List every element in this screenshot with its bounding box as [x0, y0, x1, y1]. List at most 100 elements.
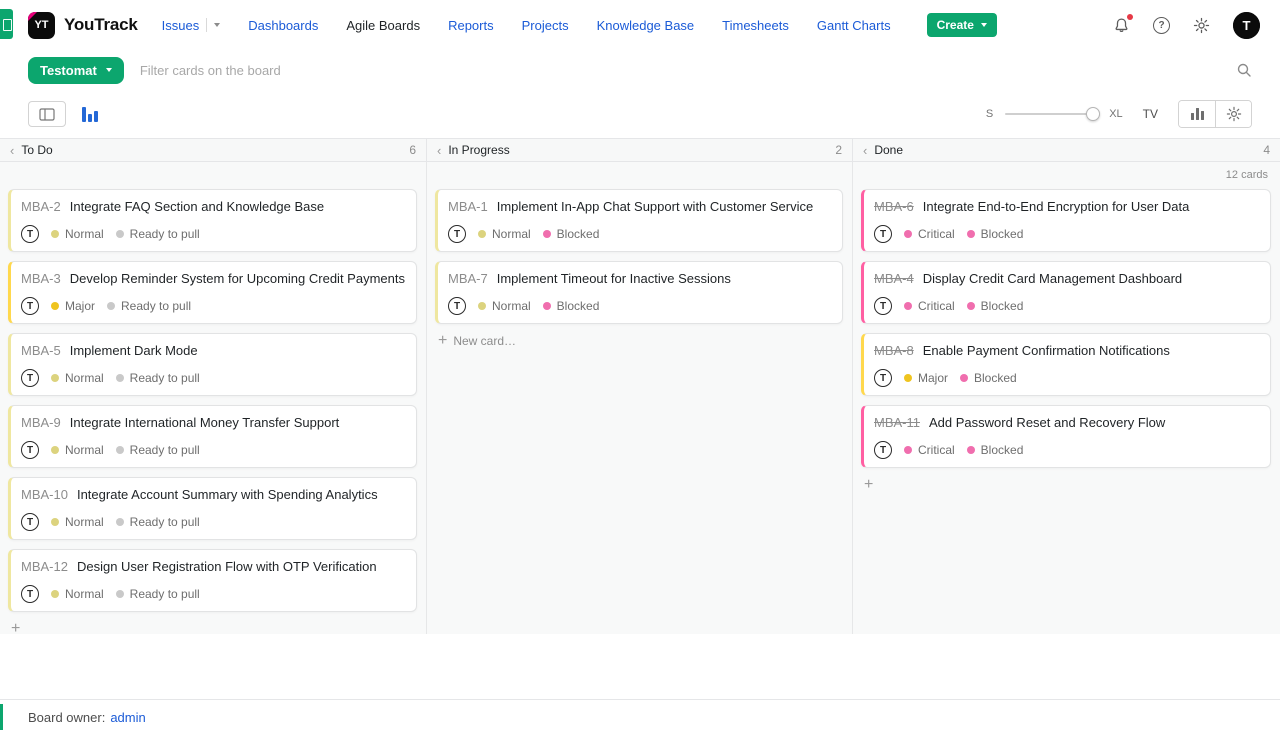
new-card-button[interactable]: +New card…	[438, 333, 843, 349]
board-owner-link[interactable]: admin	[110, 710, 145, 725]
chart-toggle-icon[interactable]	[82, 107, 98, 122]
state-field[interactable]: Blocked	[960, 371, 1017, 385]
card[interactable]: MBA-7Implement Timeout for Inactive Sess…	[435, 261, 843, 324]
assignee-avatar[interactable]: T	[874, 369, 892, 387]
sidebar-toggle[interactable]	[0, 9, 13, 39]
nav-item-reports[interactable]: Reports	[448, 18, 494, 33]
card-title[interactable]: Integrate FAQ Section and Knowledge Base	[70, 199, 324, 214]
nav-item-timesheets[interactable]: Timesheets	[722, 18, 789, 33]
assignee-avatar[interactable]: T	[21, 297, 39, 315]
assignee-avatar[interactable]: T	[21, 225, 39, 243]
assignee-avatar[interactable]: T	[21, 585, 39, 603]
card-title[interactable]: Implement Dark Mode	[70, 343, 198, 358]
card-id[interactable]: MBA-5	[21, 343, 61, 358]
tv-mode-button[interactable]: TV	[1143, 107, 1158, 121]
board-settings-button[interactable]	[1215, 101, 1251, 127]
state-field[interactable]: Ready to pull	[116, 371, 200, 385]
backlog-panel-button[interactable]	[28, 101, 66, 127]
assignee-avatar[interactable]: T	[874, 225, 892, 243]
nav-item-knowledge-base[interactable]: Knowledge Base	[597, 18, 695, 33]
card-title[interactable]: Design User Registration Flow with OTP V…	[77, 559, 377, 574]
card-id[interactable]: MBA-11	[874, 415, 920, 430]
card-title[interactable]: Develop Reminder System for Upcoming Cre…	[70, 271, 405, 286]
card[interactable]: MBA-9 Integrate International Money Trans…	[8, 405, 417, 468]
priority-field[interactable]: Major	[51, 299, 95, 313]
state-field[interactable]: Ready to pull	[116, 443, 200, 457]
priority-field[interactable]: Normal	[51, 443, 104, 457]
card-id[interactable]: MBA-10	[21, 487, 68, 502]
assignee-avatar[interactable]: T	[21, 513, 39, 531]
card[interactable]: MBA-1 Implement In-App Chat Support with …	[435, 189, 843, 252]
collapse-column-icon[interactable]: ‹	[863, 144, 867, 157]
card-id[interactable]: MBA-3	[21, 271, 61, 286]
assignee-avatar[interactable]: T	[21, 441, 39, 459]
card[interactable]: MBA-11 Add Password Reset and Recovery Fl…	[861, 405, 1271, 468]
state-field[interactable]: Blocked	[967, 299, 1024, 313]
slider-knob[interactable]	[1086, 107, 1100, 121]
nav-item-gantt-charts[interactable]: Gantt Charts	[817, 18, 891, 33]
nav-item-projects[interactable]: Projects	[522, 18, 569, 33]
card[interactable]: MBA-6 Integrate End-to-End Encryption for…	[861, 189, 1271, 252]
chevron-down-icon[interactable]	[214, 23, 220, 27]
card-id[interactable]: MBA-8	[874, 343, 914, 358]
card[interactable]: MBA-12 Design User Registration Flow with…	[8, 549, 417, 612]
state-field[interactable]: Ready to pull	[116, 587, 200, 601]
priority-field[interactable]: Critical	[904, 299, 955, 313]
card-title[interactable]: Add Password Reset and Recovery Flow	[929, 415, 1165, 430]
notifications-bell-icon[interactable]	[1113, 17, 1130, 34]
assignee-avatar[interactable]: T	[874, 441, 892, 459]
create-button[interactable]: Create	[927, 13, 997, 37]
priority-field[interactable]: Normal	[51, 227, 104, 241]
priority-field[interactable]: Normal	[51, 371, 104, 385]
state-field[interactable]: Blocked	[967, 227, 1024, 241]
card-title[interactable]: Integrate End-to-End Encryption for User…	[923, 199, 1190, 214]
card[interactable]: MBA-10 Integrate Account Summary with Spe…	[8, 477, 417, 540]
card-title[interactable]: Enable Payment Confirmation Notification…	[923, 343, 1170, 358]
assignee-avatar[interactable]: T	[448, 297, 466, 315]
card-id[interactable]: MBA-6	[874, 199, 914, 214]
card-id[interactable]: MBA-12	[21, 559, 68, 574]
nav-item-agile-boards[interactable]: Agile Boards	[346, 18, 420, 33]
priority-field[interactable]: Normal	[478, 227, 531, 241]
settings-gear-icon[interactable]	[1193, 17, 1210, 34]
card-id[interactable]: MBA-2	[21, 199, 61, 214]
state-field[interactable]: Blocked	[543, 299, 600, 313]
board-selector-button[interactable]: Testomat	[28, 57, 124, 84]
state-field[interactable]: Ready to pull	[107, 299, 191, 313]
assignee-avatar[interactable]: T	[448, 225, 466, 243]
card[interactable]: MBA-5 Implement Dark Mode T Normal Ready …	[8, 333, 417, 396]
chart-view-button[interactable]	[1179, 101, 1215, 127]
collapse-column-icon[interactable]: ‹	[437, 144, 441, 157]
filter-cards-input[interactable]	[134, 57, 1226, 84]
search-icon[interactable]	[1236, 62, 1252, 78]
card[interactable]: MBA-8 Enable Payment Confirmation Notific…	[861, 333, 1271, 396]
card[interactable]: MBA-4 Display Credit Card Management Dash…	[861, 261, 1271, 324]
card-size-slider[interactable]	[1005, 113, 1097, 115]
card-title[interactable]: Integrate Account Summary with Spending …	[77, 487, 378, 502]
card[interactable]: MBA-3 Develop Reminder System for Upcomin…	[8, 261, 417, 324]
card-title[interactable]: Implement In-App Chat Support with Custo…	[497, 199, 813, 214]
nav-item-dashboards[interactable]: Dashboards	[248, 18, 318, 33]
card[interactable]: MBA-2 Integrate FAQ Section and Knowledge…	[8, 189, 417, 252]
user-avatar[interactable]: T	[1233, 12, 1260, 39]
assignee-avatar[interactable]: T	[21, 369, 39, 387]
add-card-button[interactable]: +	[11, 621, 417, 637]
card-id[interactable]: MBA-4	[874, 271, 914, 286]
priority-field[interactable]: Normal	[478, 299, 531, 313]
card-title[interactable]: Implement Timeout for Inactive Sessions	[497, 271, 731, 286]
add-card-button[interactable]: +	[864, 477, 1271, 493]
assignee-avatar[interactable]: T	[874, 297, 892, 315]
state-field[interactable]: Ready to pull	[116, 227, 200, 241]
state-field[interactable]: Blocked	[543, 227, 600, 241]
priority-field[interactable]: Major	[904, 371, 948, 385]
collapse-column-icon[interactable]: ‹	[10, 144, 14, 157]
card-id[interactable]: MBA-9	[21, 415, 61, 430]
state-field[interactable]: Ready to pull	[116, 515, 200, 529]
card-id[interactable]: MBA-1	[448, 199, 488, 214]
card-title[interactable]: Integrate International Money Transfer S…	[70, 415, 340, 430]
card-title[interactable]: Display Credit Card Management Dashboard	[923, 271, 1182, 286]
priority-field[interactable]: Critical	[904, 227, 955, 241]
nav-item-issues[interactable]: Issues	[162, 18, 200, 33]
priority-field[interactable]: Critical	[904, 443, 955, 457]
help-icon[interactable]: ?	[1153, 17, 1170, 34]
